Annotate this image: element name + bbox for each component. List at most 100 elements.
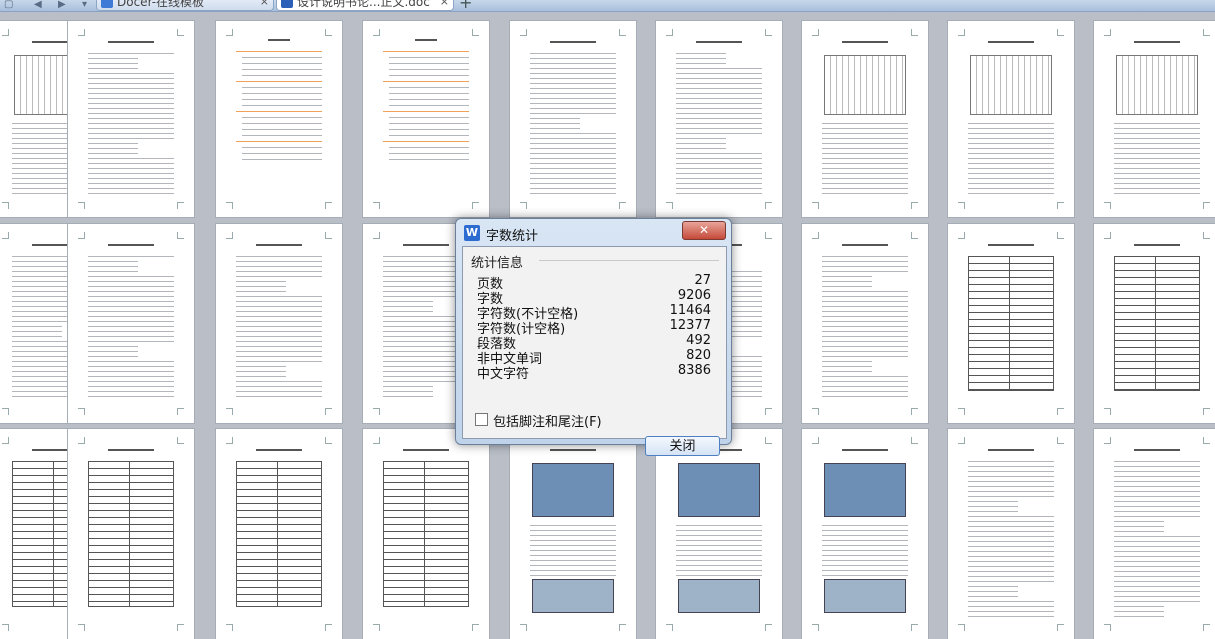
document-page[interactable] (363, 429, 489, 639)
document-page[interactable] (68, 429, 194, 639)
text-line (530, 78, 616, 79)
page-corner-mark (958, 437, 965, 444)
text-line (530, 138, 616, 139)
document-page[interactable] (802, 224, 928, 423)
page-corner-mark (958, 29, 965, 36)
stat-value: 27 (694, 273, 711, 288)
text-line (88, 376, 174, 377)
text-line (236, 311, 322, 312)
document-page[interactable] (802, 429, 928, 639)
close-button[interactable]: 关闭 (645, 436, 720, 456)
text-line (1114, 188, 1200, 189)
text-line (1114, 591, 1200, 592)
text-line (968, 611, 1054, 612)
text-line (822, 306, 908, 307)
page-corner-mark (958, 232, 965, 239)
page-corner-mark (2, 232, 9, 239)
new-tab-button[interactable]: + (459, 0, 472, 11)
page-corner-mark (78, 624, 85, 631)
document-page[interactable] (510, 21, 636, 217)
text-line (822, 183, 908, 184)
document-page[interactable] (656, 429, 782, 639)
document-page[interactable] (948, 21, 1074, 217)
text-line (383, 301, 433, 302)
redo-icon[interactable]: ▶ (58, 0, 66, 10)
document-page[interactable] (363, 21, 489, 217)
text-line (676, 148, 726, 149)
document-page[interactable] (510, 429, 636, 639)
page-corner-mark (812, 437, 819, 444)
text-line (236, 296, 322, 297)
text-line (676, 108, 762, 109)
text-line (88, 108, 174, 109)
undo-icon[interactable]: ◀ (34, 0, 42, 10)
text-line (822, 123, 908, 124)
document-page[interactable] (948, 429, 1074, 639)
text-line (822, 286, 872, 287)
text-line (530, 53, 616, 54)
close-tab-icon[interactable]: × (260, 0, 269, 8)
text-line (530, 178, 616, 179)
text-line (822, 128, 908, 129)
include-footnotes-option[interactable]: 包括脚注和尾注(F) (475, 411, 675, 430)
quick-access-dropdown-icon[interactable]: ▾ (82, 0, 87, 10)
text-line (88, 118, 174, 119)
text-line (822, 396, 908, 397)
text-line (1114, 531, 1164, 532)
close-tab-icon[interactable]: × (440, 0, 449, 8)
document-page[interactable] (948, 224, 1074, 423)
text-line (1114, 581, 1200, 582)
toc-line (236, 141, 322, 142)
toc-line (389, 69, 469, 70)
toc-line (389, 153, 469, 154)
text-line (1114, 511, 1200, 512)
text-line (88, 256, 174, 257)
page-corner-mark (472, 624, 479, 631)
stat-value: 820 (686, 348, 711, 363)
text-line (968, 531, 1054, 532)
text-line (1114, 601, 1200, 602)
text-line (676, 535, 762, 536)
page-corner-mark (1203, 408, 1210, 415)
text-line (236, 361, 322, 362)
document-page[interactable] (1094, 429, 1215, 639)
text-line (968, 521, 1054, 522)
text-line (530, 148, 616, 149)
page-corner-mark (472, 202, 479, 209)
document-page[interactable] (1094, 224, 1215, 423)
tab-docer[interactable]: Docer-在线模板 × (96, 0, 274, 11)
document-page[interactable] (802, 21, 928, 217)
document-page[interactable] (656, 21, 782, 217)
data-table (236, 461, 322, 607)
document-page[interactable] (216, 21, 342, 217)
stat-value: 492 (686, 333, 711, 348)
page-corner-mark (1057, 232, 1064, 239)
toc-line (389, 99, 469, 100)
text-line (822, 168, 908, 169)
page-heading (256, 449, 302, 451)
dialog-title: 字数统计 (486, 229, 539, 244)
toc-line (389, 75, 469, 76)
text-line (88, 173, 174, 174)
page-corner-mark (177, 202, 184, 209)
tab-document[interactable]: 设计说明书论...正文.doc × (276, 0, 454, 11)
print-preview-icon[interactable]: ▢ (4, 0, 13, 10)
toc-line (242, 93, 322, 94)
text-line (676, 153, 762, 154)
text-line (88, 356, 138, 357)
text-line (968, 511, 1018, 512)
document-page[interactable] (216, 224, 342, 423)
document-page[interactable] (68, 21, 194, 217)
document-page[interactable] (68, 224, 194, 423)
page-corner-mark (911, 29, 918, 36)
include-footnotes-checkbox[interactable] (475, 413, 488, 426)
text-line (968, 178, 1054, 179)
document-page[interactable] (1094, 21, 1215, 217)
text-line (12, 331, 62, 332)
page-heading (842, 41, 888, 43)
dialog-close-button[interactable]: ✕ (682, 221, 726, 240)
document-page[interactable] (216, 429, 342, 639)
toc-line (389, 63, 469, 64)
text-line (1114, 466, 1200, 467)
text-line (530, 68, 616, 69)
